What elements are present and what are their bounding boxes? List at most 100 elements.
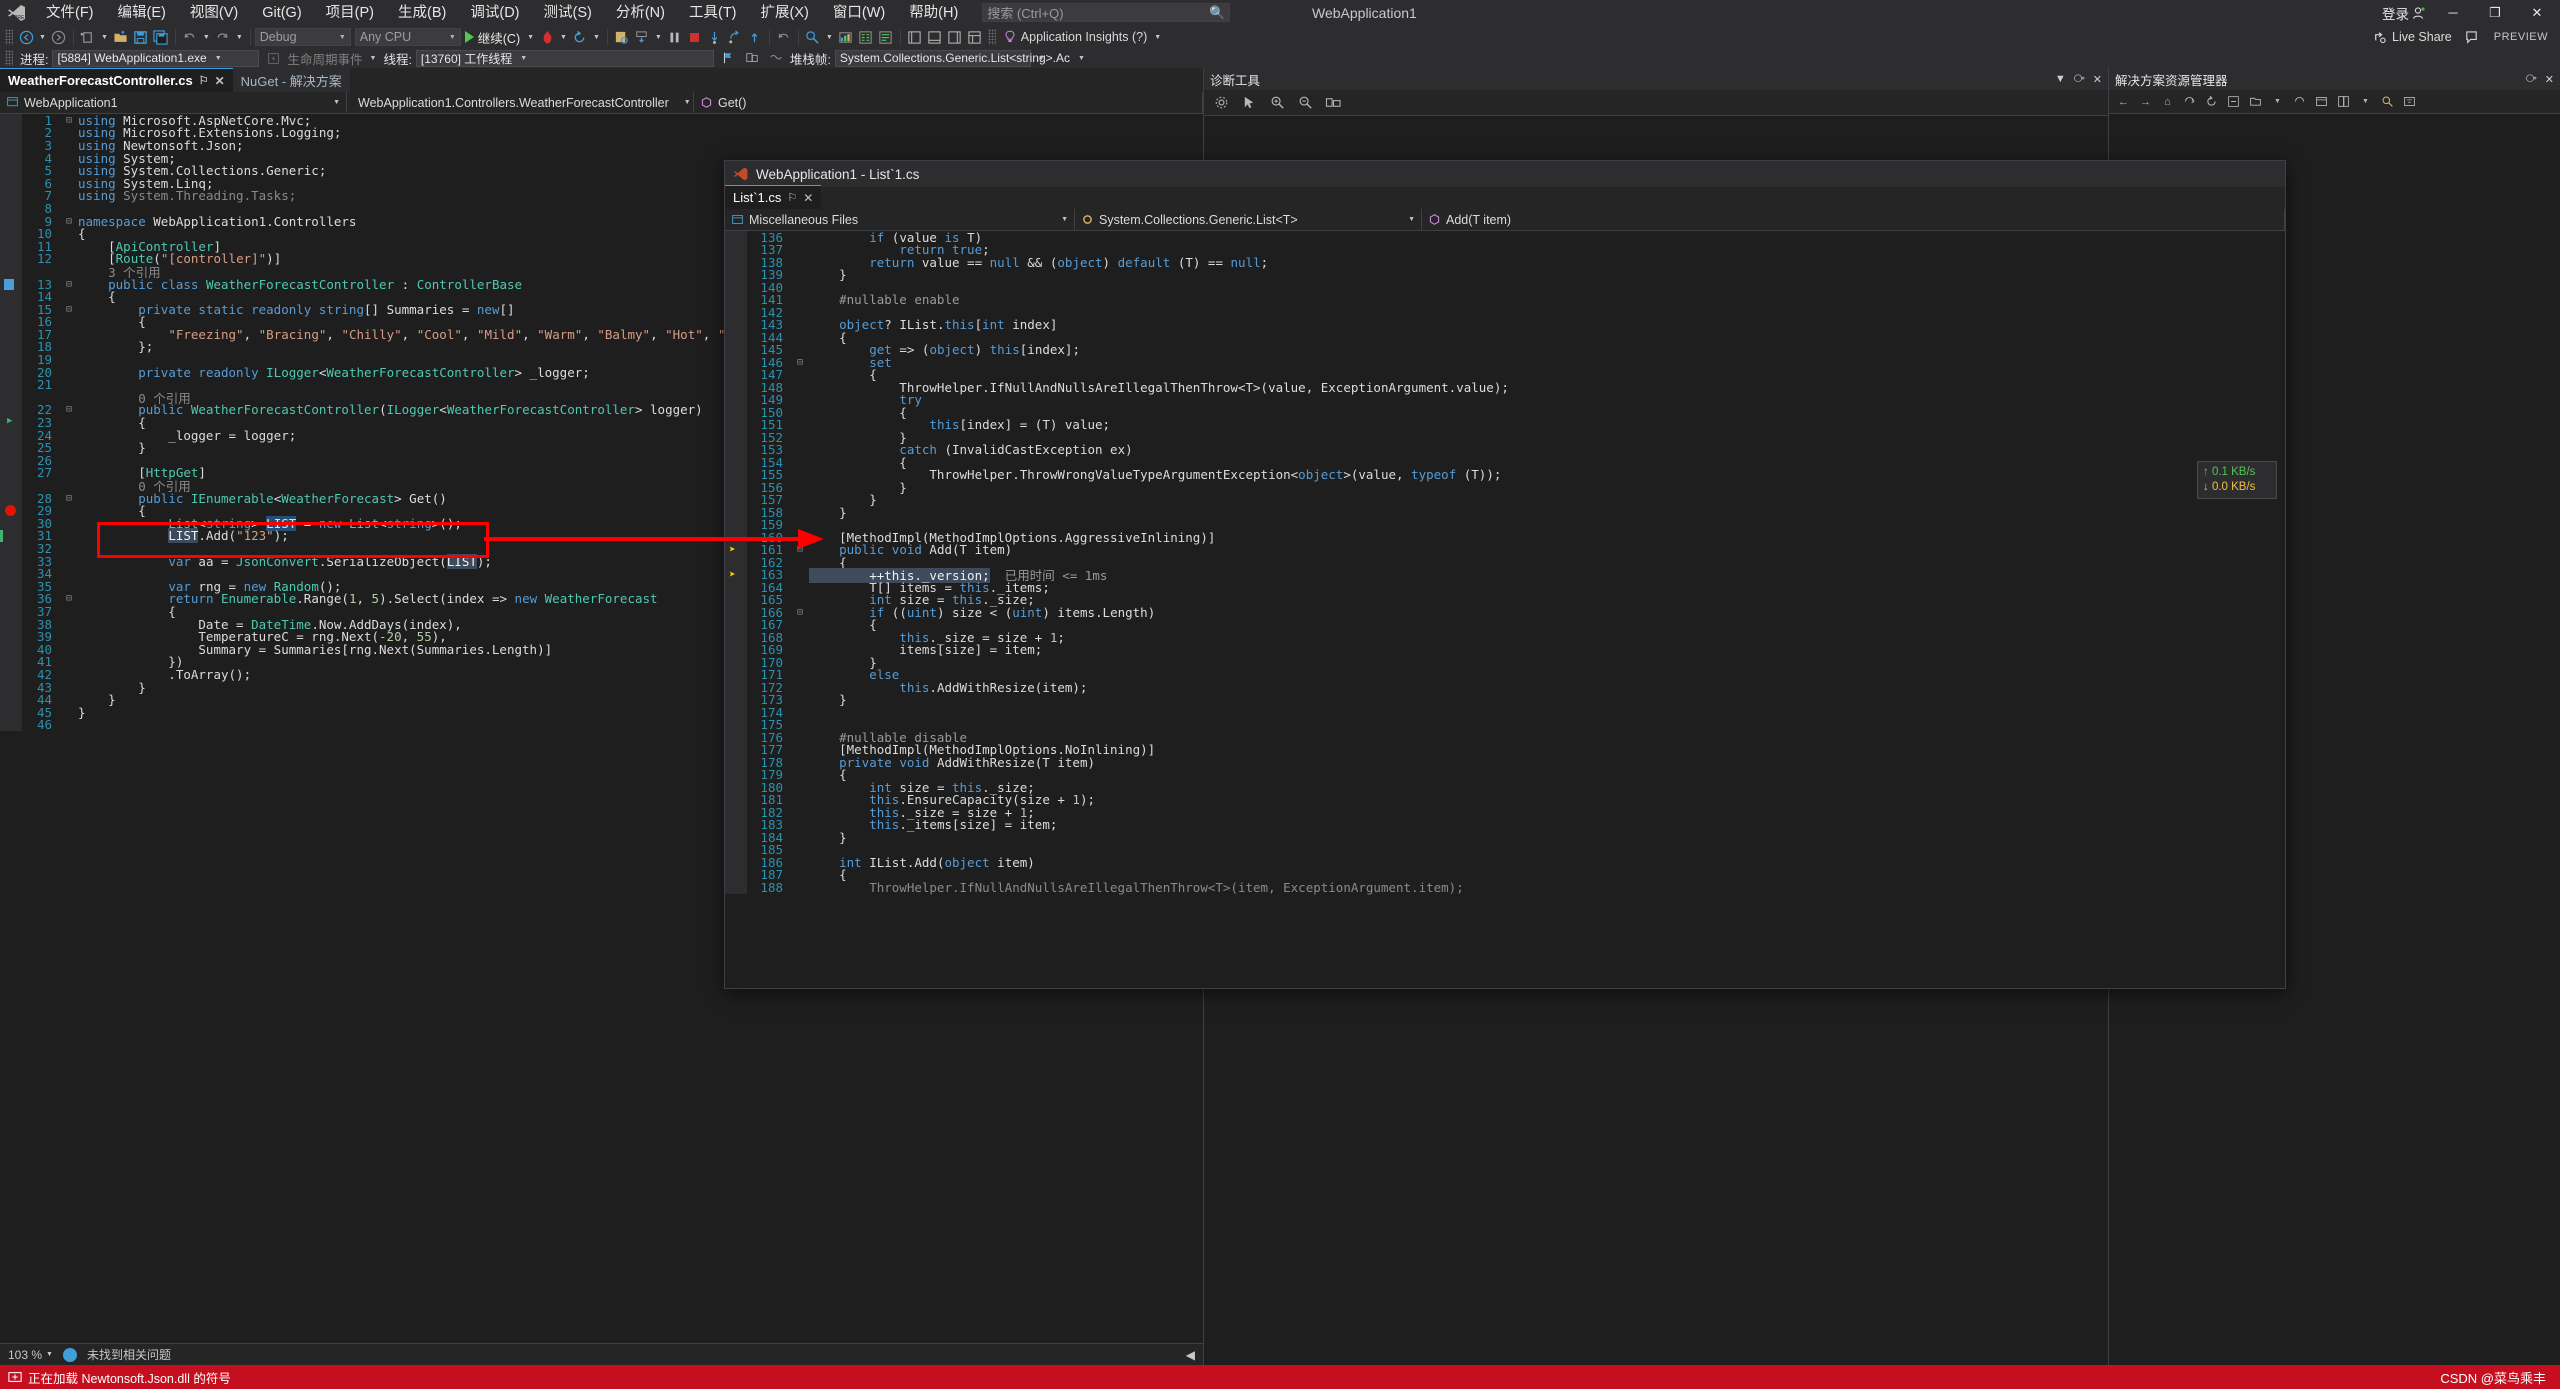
lifecycle-events-button[interactable] <box>263 48 283 68</box>
minimize-button[interactable]: ─ <box>2432 0 2474 26</box>
floating-code-window[interactable]: WebApplication1 - List`1.cs List`1.cs ⚐ … <box>724 160 2286 989</box>
solution-platform-combo[interactable]: Any CPU ▼ <box>355 28 461 46</box>
glyph-margin[interactable] <box>725 406 747 419</box>
toolbar-grip[interactable] <box>5 29 13 45</box>
bookmark-glyph[interactable] <box>0 278 22 291</box>
glyph-margin[interactable] <box>725 494 747 507</box>
output-window-button[interactable] <box>925 27 945 47</box>
glyph-margin[interactable] <box>0 366 22 379</box>
menu-project[interactable]: 项目(P) <box>314 0 386 26</box>
scroll-left-icon[interactable]: ◀ <box>1186 1348 1195 1362</box>
glyph-margin[interactable] <box>0 177 22 190</box>
task-list-button[interactable] <box>965 27 985 47</box>
save-all-button[interactable] <box>151 27 171 47</box>
glyph-margin[interactable] <box>0 517 22 530</box>
menu-test[interactable]: 测试(S) <box>532 0 604 26</box>
glyph-margin[interactable] <box>0 164 22 177</box>
glyph-margin[interactable] <box>0 706 22 719</box>
glyph-margin[interactable] <box>0 303 22 316</box>
thread-filter-icon[interactable] <box>766 48 786 68</box>
watch-window-button[interactable] <box>836 27 856 47</box>
glyph-margin[interactable] <box>725 369 747 382</box>
appinsights-dropdown-icon[interactable]: ▼ <box>1151 34 1164 41</box>
application-insights-button[interactable]: Application Insights (?) <box>999 30 1151 44</box>
glyph-margin[interactable] <box>725 319 747 332</box>
floating-code-surface[interactable]: 136 if (value is T)137 return true;138 r… <box>725 231 2285 988</box>
fw-nav-files-combo[interactable]: Miscellaneous Files ▼ <box>725 209 1075 231</box>
fold-indicator[interactable]: ⊟ <box>62 216 76 227</box>
glyph-margin[interactable] <box>725 381 747 394</box>
glyph-margin[interactable] <box>725 581 747 594</box>
fold-indicator[interactable]: ⊟ <box>793 544 807 555</box>
filter-icon[interactable] <box>2401 93 2418 111</box>
step-into-button[interactable] <box>632 27 652 47</box>
fold-indicator[interactable]: ⊟ <box>62 304 76 315</box>
glyph-margin[interactable] <box>0 719 22 732</box>
restart-button[interactable] <box>570 27 590 47</box>
select-tool-icon[interactable] <box>1240 94 1258 112</box>
fold-indicator[interactable]: ⊟ <box>62 493 76 504</box>
solution-configuration-combo[interactable]: Debug ▼ <box>255 28 351 46</box>
glyph-margin[interactable] <box>725 681 747 694</box>
glyph-margin[interactable] <box>0 441 22 454</box>
restart-dropdown-icon[interactable]: ▼ <box>590 34 603 41</box>
glyph-margin[interactable] <box>725 519 747 532</box>
tab-nuget[interactable]: NuGet - 解决方案 <box>233 68 350 92</box>
glyph-margin[interactable] <box>725 744 747 757</box>
glyph-margin[interactable] <box>725 331 747 344</box>
current-statement-glyph[interactable]: ➤ <box>725 569 747 582</box>
glyph-margin[interactable] <box>725 606 747 619</box>
glyph-margin[interactable] <box>0 593 22 606</box>
back-icon[interactable]: ← <box>2115 93 2132 111</box>
stackframe-overflow-icon[interactable]: ▼ <box>1035 55 1048 62</box>
autos-window-button[interactable] <box>856 27 876 47</box>
menu-git[interactable]: Git(G) <box>250 0 313 26</box>
glyph-margin[interactable] <box>0 341 22 354</box>
glyph-margin[interactable] <box>725 594 747 607</box>
fold-indicator[interactable]: ⊟ <box>62 279 76 290</box>
glyph-margin[interactable] <box>0 580 22 593</box>
nav-class-combo[interactable]: WebApplication1.Controllers.WeatherForec… <box>347 92 694 114</box>
pin-icon[interactable]: ⚐ <box>787 191 797 204</box>
menu-extensions[interactable]: 扩展(X) <box>749 0 821 26</box>
hot-reload-button[interactable] <box>537 27 557 47</box>
hot-reload-dropdown-icon[interactable]: ▼ <box>557 34 570 41</box>
glyph-margin[interactable] <box>725 694 747 707</box>
immediate-window-button[interactable] <box>905 27 925 47</box>
fold-indicator[interactable]: ⊟ <box>62 404 76 415</box>
fold-indicator[interactable]: ⊟ <box>62 115 76 126</box>
glyph-margin[interactable] <box>0 378 22 391</box>
debug-context-grip[interactable] <box>5 50 13 66</box>
code-line[interactable]: 184 } <box>725 831 2285 844</box>
glyph-margin[interactable] <box>0 693 22 706</box>
glyph-margin[interactable] <box>0 555 22 568</box>
lifecycle-dropdown-icon[interactable]: ▼ <box>367 55 380 62</box>
glyph-margin[interactable] <box>0 190 22 203</box>
glyph-margin[interactable] <box>725 244 747 257</box>
break-all-button[interactable] <box>665 27 685 47</box>
redo-button[interactable] <box>213 27 233 47</box>
glyph-margin[interactable] <box>725 231 747 244</box>
process-combo[interactable]: [5884] WebApplication1.exe ▼ <box>52 50 259 67</box>
glyph-margin[interactable] <box>0 656 22 669</box>
revert-button[interactable] <box>774 27 794 47</box>
close-icon[interactable]: ✕ <box>2545 73 2554 86</box>
zoom-reset-icon[interactable] <box>1324 94 1342 112</box>
menu-debug[interactable]: 调试(D) <box>458 0 531 26</box>
properties-icon[interactable] <box>2291 93 2308 111</box>
glyph-margin[interactable] <box>0 643 22 656</box>
glyph-margin[interactable] <box>0 681 22 694</box>
code-line[interactable]: 158 } <box>725 506 2285 519</box>
glyph-margin[interactable] <box>0 605 22 618</box>
menu-build[interactable]: 生成(B) <box>386 0 458 26</box>
continue-button[interactable]: 继续(C) <box>461 27 524 47</box>
glyph-margin[interactable] <box>0 429 22 442</box>
glyph-margin[interactable] <box>725 456 747 469</box>
glyph-margin[interactable] <box>0 152 22 165</box>
fw-nav-class-combo[interactable]: System.Collections.Generic.List<T> ▼ <box>1075 209 1422 231</box>
glyph-margin[interactable] <box>725 269 747 282</box>
chevron-down-icon-2[interactable]: ▼ <box>2357 93 2374 111</box>
nav-project-combo[interactable]: WebApplication1 ▼ <box>0 92 347 114</box>
close-icon[interactable]: ✕ <box>803 191 813 205</box>
glyph-margin[interactable] <box>725 869 747 882</box>
